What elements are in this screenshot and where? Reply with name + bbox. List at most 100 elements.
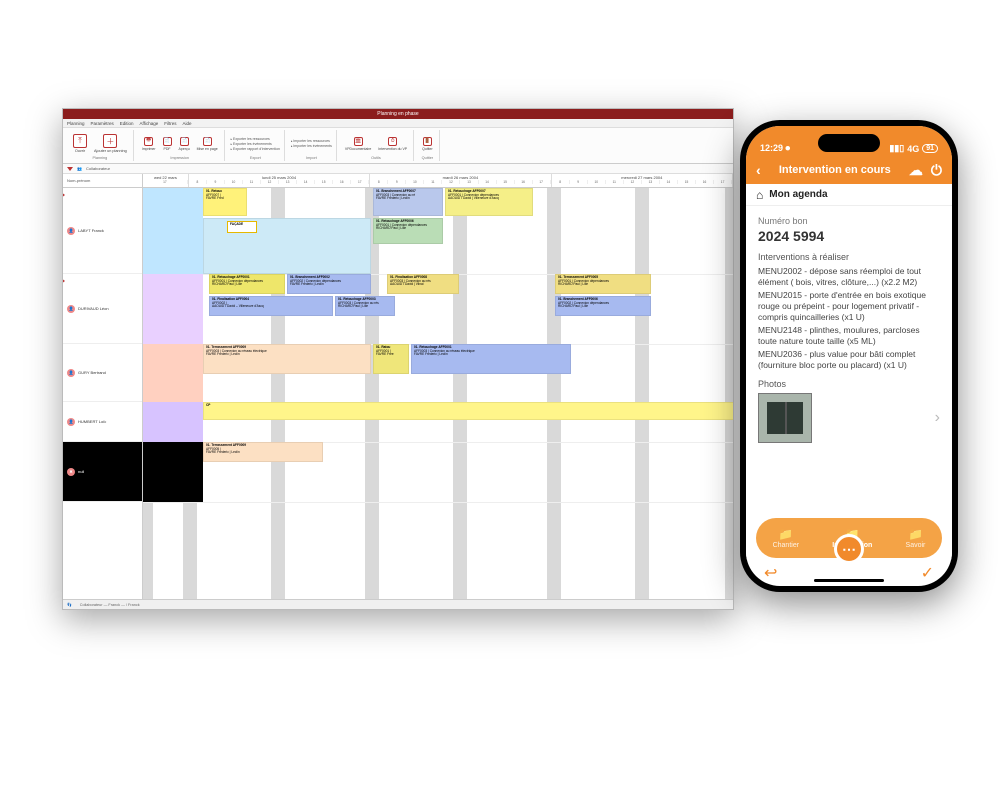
person-background bbox=[143, 442, 203, 502]
power-icon[interactable]: ⏻ bbox=[931, 162, 942, 179]
menu-bar: Planning Paramètres Edition Affichage Fi… bbox=[63, 119, 733, 128]
quitter-icon: 🚪 bbox=[423, 137, 432, 146]
gantt-event[interactable]: 01. Finalisation AFF0004AFF0002 |AAOUIDT… bbox=[209, 296, 333, 316]
gantt-event[interactable]: 01. Branchement AFF0006AFF0002 | Connexi… bbox=[555, 296, 651, 316]
gantt-event[interactable]: 01. Branchement AFF0002AFF0002 | Connexi… bbox=[287, 274, 371, 294]
gantt-event[interactable]: 01. Retouchage AFF0003AFF0003 | Connexio… bbox=[335, 296, 395, 316]
day-column: wed 22 mars17 bbox=[143, 174, 189, 187]
vpdocumentaire-icon: 🏛 bbox=[354, 137, 363, 146]
ribbon-btn-pdf[interactable]: 📄PDF bbox=[161, 136, 174, 152]
nav-back-icon[interactable]: ↩ bbox=[764, 563, 777, 583]
ajouter un planning-icon: ＋ bbox=[103, 134, 117, 148]
menu-planning[interactable]: Planning bbox=[67, 121, 85, 126]
person-row[interactable]: 👤DURIVAUD Léon bbox=[63, 274, 142, 344]
ribbon-group-outils: 🏛VPDocumentaire⏱Intervention du VP Outils bbox=[339, 130, 414, 161]
intervention du vp-icon: ⏱ bbox=[388, 137, 397, 146]
gantt-event[interactable]: FAÇADE bbox=[227, 221, 257, 233]
ribbon-btn-quitter[interactable]: 🚪Quitter bbox=[420, 136, 435, 152]
gantt-area: Nom-prénom 👤LABYT Franck👤DURIVAUD Léon👤G… bbox=[63, 174, 733, 599]
gantt-event[interactable]: 01. Terrassement AFF0005AFF0001 | Connex… bbox=[555, 274, 651, 294]
gantt-event[interactable]: 01. Branchement AFF0007AFF0003 | Connexi… bbox=[373, 188, 443, 216]
status-bar: 👣 Collaborateur — Franck — / Franck bbox=[63, 599, 733, 609]
ribbon-line[interactable]: Exporter rapport d'intervention bbox=[231, 147, 280, 151]
gantt-event[interactable]: 01. Terrassement AFF0009AFF0005 |FAVRE F… bbox=[203, 442, 323, 462]
breadcrumb[interactable]: ⌂ Mon agenda bbox=[746, 184, 952, 206]
chevron-right-icon[interactable]: › bbox=[935, 409, 940, 427]
menu-parametres[interactable]: Paramètres bbox=[91, 121, 114, 126]
person-row[interactable]: 👤LABYT Franck bbox=[63, 188, 142, 274]
expand-icon[interactable] bbox=[63, 192, 65, 198]
content-scroll[interactable]: Numéro bon 2024 5994 Interventions à réa… bbox=[746, 206, 952, 510]
signal-icon: ▮▮▯ bbox=[889, 143, 904, 154]
person-name: DURIVAUD Léon bbox=[78, 306, 109, 311]
ribbon-group-import: Importer les ressourcesImporter les évén… bbox=[287, 130, 337, 161]
gantt-grid[interactable]: wed 22 mars17lundi 25 mars 2004891011121… bbox=[143, 174, 733, 599]
back-icon[interactable]: ‹ bbox=[756, 162, 761, 178]
menu-edition[interactable]: Edition bbox=[120, 121, 134, 126]
task-item[interactable]: MENU2148 - plinthes, moulures, parcloses… bbox=[758, 325, 940, 346]
gantt-event[interactable]: 01. Retouchage AFF0001AFF0001 | Connexio… bbox=[209, 274, 285, 294]
ribbon-line[interactable]: Importer les ressources bbox=[291, 139, 332, 143]
ribbon-btn-mise-en-page[interactable]: 📄Mise en page bbox=[195, 136, 220, 152]
menu-aide[interactable]: Aide bbox=[182, 121, 191, 126]
gantt-event[interactable]: 01. Terrassement AFF0009AFF0003 | Connex… bbox=[203, 344, 371, 374]
ribbon-btn-aperçu[interactable]: 📄Aperçu bbox=[177, 136, 192, 152]
ribbon-group-label: Quitter bbox=[420, 156, 435, 160]
person-row[interactable]: 👤GURY Bertrand bbox=[63, 344, 142, 402]
fab-button[interactable]: ⋯ bbox=[834, 534, 864, 564]
home-indicator bbox=[814, 579, 884, 583]
gantt-event[interactable]: 01. Finalisation AFF0008AFF0003 | Connex… bbox=[387, 274, 459, 294]
breadcrumb-label: Mon agenda bbox=[769, 189, 827, 200]
ribbon-line[interactable]: Exporter les événements bbox=[231, 142, 280, 146]
gantt-event[interactable]: CP bbox=[203, 402, 733, 420]
menu-affichage[interactable]: Affichage bbox=[140, 121, 159, 126]
gantt-event[interactable]: 01. RatouAFF0001 |FAVRE Free bbox=[373, 344, 409, 374]
task-item[interactable]: MENU2036 - plus value pour bâti complet … bbox=[758, 349, 940, 370]
ribbon-line[interactable]: Importer les événements bbox=[291, 144, 332, 148]
photo-thumbnail[interactable] bbox=[758, 393, 812, 443]
ribbon-group-label: Import bbox=[291, 156, 332, 160]
dynamic-island bbox=[818, 134, 880, 152]
row-header: Nom-prénom bbox=[63, 174, 142, 188]
aperçu-icon: 📄 bbox=[180, 137, 189, 146]
ribbon-group-planning: ⤒Ouvrir＋Ajouter un planningPlanning bbox=[67, 130, 134, 161]
tab-savoir[interactable]: 📁Savoir bbox=[906, 527, 926, 549]
sub-toolbar: 👥 Collaborateur bbox=[63, 164, 733, 174]
nav-confirm-icon[interactable]: ✓ bbox=[921, 563, 934, 583]
collapse-icon[interactable] bbox=[67, 167, 73, 171]
menu-filtres[interactable]: Filtres bbox=[164, 121, 176, 126]
gantt-event[interactable]: 01. RetoucAFF0007 |FAVRE Fred bbox=[203, 188, 247, 216]
cloud-icon[interactable]: ☁ bbox=[909, 162, 923, 179]
ribbon-btn-vpdocumentaire[interactable]: 🏛VPDocumentaire bbox=[343, 136, 373, 152]
person-row[interactable]: 👤HUMBERT Loïc bbox=[63, 402, 142, 442]
app-title: Intervention en cours bbox=[779, 164, 891, 176]
person-name: GURY Bertrand bbox=[78, 370, 106, 375]
gantt-event[interactable]: 01. Retouchage AFF0006AFF0001 | Connexio… bbox=[373, 218, 443, 244]
day-column: mercredi 27 mars 2004891011121314151617 bbox=[552, 174, 733, 187]
ribbon-btn-imprimer[interactable]: 🖶Imprimer bbox=[140, 136, 158, 152]
ribbon-btn-intervention-du-vp[interactable]: ⏱Intervention du VP bbox=[376, 136, 409, 152]
night-band bbox=[547, 188, 561, 599]
night-band bbox=[725, 188, 733, 599]
expand-icon[interactable] bbox=[63, 278, 65, 284]
app-bar: ‹ Intervention en cours ☁ ⏻ bbox=[746, 156, 952, 184]
tab-chantier[interactable]: 📁Chantier bbox=[773, 527, 799, 549]
person-row[interactable]: ✖null bbox=[63, 442, 142, 502]
person-background bbox=[143, 274, 203, 344]
task-item[interactable]: MENU2002 - dépose sans réemploi de tout … bbox=[758, 266, 940, 287]
section-label: Interventions à réaliser bbox=[758, 252, 940, 262]
home-icon[interactable]: ⌂ bbox=[756, 188, 763, 202]
avatar: 👤 bbox=[67, 227, 75, 235]
ribbon-group-label: Outils bbox=[343, 156, 409, 160]
ribbon-line[interactable]: Exporter les ressources bbox=[231, 137, 280, 141]
ribbon-btn-ajouter-un-planning[interactable]: ＋Ajouter un planning bbox=[92, 133, 129, 154]
status-text: Collaborateur — Franck — / Franck bbox=[80, 603, 140, 607]
gantt-event[interactable]: 01. Retouchage AFF0001AFF0003 | Connexio… bbox=[411, 344, 571, 374]
avatar: ✖ bbox=[67, 468, 75, 476]
task-item[interactable]: MENU2015 - porte d'entrée en bois exotiq… bbox=[758, 290, 940, 322]
gantt-event[interactable]: 01. Retouchage AFF0007AFF0001 | Connexio… bbox=[445, 188, 533, 216]
photos-label: Photos bbox=[758, 379, 940, 389]
person-name: LABYT Franck bbox=[78, 228, 104, 233]
avatar: 👤 bbox=[67, 418, 75, 426]
ribbon-btn-ouvrir[interactable]: ⤒Ouvrir bbox=[71, 133, 89, 154]
